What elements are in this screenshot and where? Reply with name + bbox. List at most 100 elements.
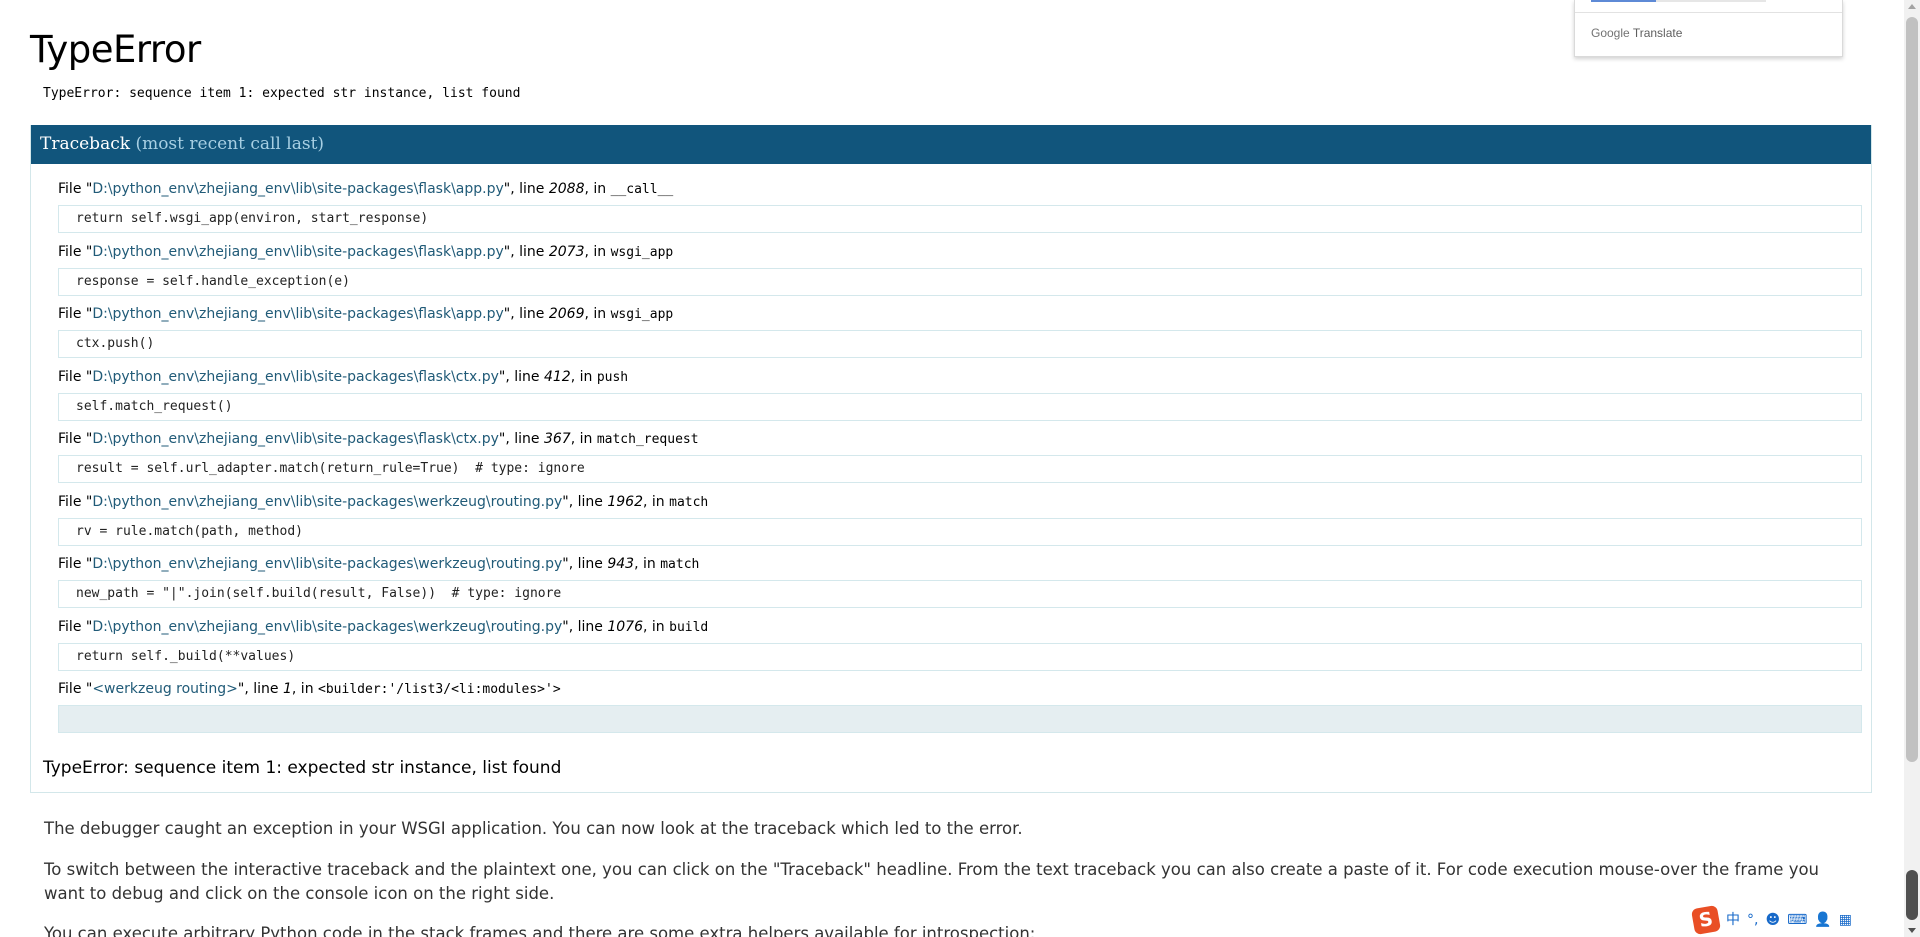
frame-filename: D:\python_env\zhejiang_env\lib\site-pack…: [92, 306, 504, 322]
file-prefix: File ": [58, 431, 93, 447]
traceback-frame[interactable]: File "D:\python_env\zhejiang_env\lib\sit…: [58, 492, 1862, 546]
frame-source-line[interactable]: return self._build(**values): [58, 642, 1862, 671]
in-label: , in: [584, 306, 611, 322]
in-label: , in: [291, 681, 319, 697]
traceback-frame[interactable]: File "D:\python_env\zhejiang_env\lib\sit…: [58, 617, 1862, 671]
traceback-header-title[interactable]: Traceback: [40, 134, 130, 154]
frame-header: File "D:\python_env\zhejiang_env\lib\sit…: [58, 617, 1862, 637]
explanation-paragraph-1: The debugger caught an exception in your…: [44, 819, 1023, 838]
traceback-header[interactable]: Traceback (most recent call last): [31, 125, 1871, 164]
line-label: ", line: [562, 556, 608, 572]
line-label: ", line: [503, 181, 549, 197]
frame-header: File "D:\python_env\zhejiang_env\lib\sit…: [58, 554, 1862, 574]
in-label: , in: [584, 243, 611, 260]
grid-menu-icon[interactable]: ▦: [1839, 911, 1852, 929]
translate-text: Translate: [1632, 26, 1683, 40]
frame-source-line[interactable]: response = self.handle_exception(e): [58, 267, 1862, 296]
file-prefix: File ": [58, 618, 93, 635]
line-label: ", line: [503, 243, 549, 260]
scroll-up-arrow-icon[interactable]: [1908, 4, 1916, 9]
traceback-frame[interactable]: File "D:\python_env\zhejiang_env\lib\sit…: [58, 367, 1862, 421]
google-brand: Google: [1591, 26, 1630, 40]
frame-line-number: 1: [282, 681, 292, 697]
traceback-frame[interactable]: File "D:\python_env\zhejiang_env\lib\sit…: [58, 554, 1862, 608]
frame-header: File "D:\python_env\zhejiang_env\lib\sit…: [58, 179, 1862, 199]
frame-source-line[interactable]: self.match_request(): [58, 392, 1862, 421]
in-label: , in: [634, 556, 661, 572]
frame-source-line[interactable]: new_path = "|".join(self.build(result, F…: [58, 580, 1862, 608]
google-translate-label[interactable]: Google Translate: [1591, 26, 1682, 40]
frame-line-number: 412: [543, 368, 571, 385]
explanation-paragraph-3: You can execute arbitrary Python code in…: [44, 924, 1036, 937]
traceback-frame[interactable]: File "D:\python_env\zhejiang_env\lib\sit…: [58, 179, 1862, 233]
error-message: TypeError: sequence item 1: expected str…: [43, 86, 521, 101]
frame-source-line[interactable]: return self.wsgi_app(environ, start_resp…: [58, 205, 1862, 233]
frame-function-name: match: [669, 494, 709, 510]
traceback-panel: Traceback (most recent call last) File "…: [30, 125, 1872, 793]
vertical-scrollbar[interactable]: [1904, 0, 1920, 937]
line-label: ", line: [503, 306, 549, 322]
debugger-page: TypeError TypeError: sequence item 1: ex…: [0, 0, 1904, 937]
translate-progress-bar: [1591, 0, 1766, 2]
line-label: ", line: [562, 618, 608, 635]
frame-filename: D:\python_env\zhejiang_env\lib\site-pack…: [92, 243, 504, 260]
frame-header: File "D:\python_env\zhejiang_env\lib\sit…: [58, 304, 1862, 324]
frame-function-name: match: [660, 557, 700, 572]
frame-filename: D:\python_env\zhejiang_env\lib\site-pack…: [92, 181, 504, 197]
file-prefix: File ": [58, 181, 93, 197]
frame-source-line[interactable]: result = self.url_adapter.match(return_r…: [58, 455, 1862, 483]
file-prefix: File ": [58, 368, 93, 385]
explanation-paragraph-2: To switch between the interactive traceb…: [44, 860, 1820, 903]
google-translate-panel: Google Translate: [1574, 0, 1843, 57]
final-exception: TypeError: sequence item 1: expected str…: [43, 758, 562, 778]
frame-function-name: match_request: [596, 432, 699, 447]
frame-function-name: <builder:'/list3/<li:modules>'>: [318, 682, 561, 697]
frame-header: File "<werkzeug routing>", line 1, in <b…: [58, 679, 1862, 699]
frame-filename: D:\python_env\zhejiang_env\lib\site-pack…: [92, 431, 499, 447]
keyboard-icon[interactable]: ⌨: [1787, 911, 1807, 929]
ime-toolbar: S 中 °, ☻ ⌨ 👤 ▦: [1690, 904, 1873, 936]
line-label: ", line: [237, 681, 283, 697]
line-label: ", line: [498, 431, 544, 447]
traceback-header-subtitle: (most recent call last): [135, 134, 325, 154]
sogou-logo-icon[interactable]: S: [1690, 904, 1722, 936]
line-label: ", line: [498, 368, 544, 385]
frame-line-number: 2069: [548, 306, 585, 322]
file-prefix: File ": [58, 493, 93, 510]
file-prefix: File ": [58, 243, 93, 260]
traceback-frame[interactable]: File "D:\python_env\zhejiang_env\lib\sit…: [58, 429, 1862, 483]
scrollbar-thumb[interactable]: [1906, 870, 1918, 920]
file-prefix: File ": [58, 681, 93, 697]
punctuation-icon[interactable]: °,: [1747, 911, 1758, 929]
frame-line-number: 1076: [607, 618, 643, 635]
user-icon[interactable]: 👤: [1814, 911, 1831, 929]
scrollbar-track[interactable]: [1906, 17, 1918, 762]
frame-function-name: build: [669, 619, 709, 635]
frame-filename: D:\python_env\zhejiang_env\lib\site-pack…: [92, 493, 563, 510]
emoji-icon[interactable]: ☻: [1765, 911, 1780, 929]
frame-source-line[interactable]: ctx.push(): [58, 330, 1862, 358]
frame-source-line[interactable]: [58, 705, 1862, 733]
frame-source-line[interactable]: rv = rule.match(path, method): [58, 517, 1862, 546]
frame-header: File "D:\python_env\zhejiang_env\lib\sit…: [58, 429, 1862, 449]
frame-filename: D:\python_env\zhejiang_env\lib\site-pack…: [92, 368, 499, 385]
frame-header: File "D:\python_env\zhejiang_env\lib\sit…: [58, 367, 1862, 387]
in-label: , in: [570, 368, 597, 385]
traceback-frame[interactable]: File "D:\python_env\zhejiang_env\lib\sit…: [58, 304, 1862, 358]
page-title: TypeError: [30, 28, 201, 71]
frame-header: File "D:\python_env\zhejiang_env\lib\sit…: [58, 492, 1862, 512]
in-label: , in: [584, 181, 611, 197]
frame-line-number: 367: [543, 431, 571, 447]
line-label: ", line: [562, 493, 608, 510]
frame-filename: D:\python_env\zhejiang_env\lib\site-pack…: [92, 556, 563, 572]
in-label: , in: [643, 493, 670, 510]
file-prefix: File ": [58, 556, 93, 572]
frame-function-name: wsgi_app: [610, 307, 674, 322]
chinese-mode-icon[interactable]: 中: [1726, 911, 1740, 929]
scroll-down-arrow-icon[interactable]: [1908, 928, 1916, 933]
traceback-frame[interactable]: File "<werkzeug routing>", line 1, in <b…: [58, 679, 1862, 733]
frame-header: File "D:\python_env\zhejiang_env\lib\sit…: [58, 242, 1862, 262]
in-label: , in: [570, 431, 597, 447]
translate-divider: [1575, 12, 1842, 13]
traceback-frame[interactable]: File "D:\python_env\zhejiang_env\lib\sit…: [58, 242, 1862, 296]
